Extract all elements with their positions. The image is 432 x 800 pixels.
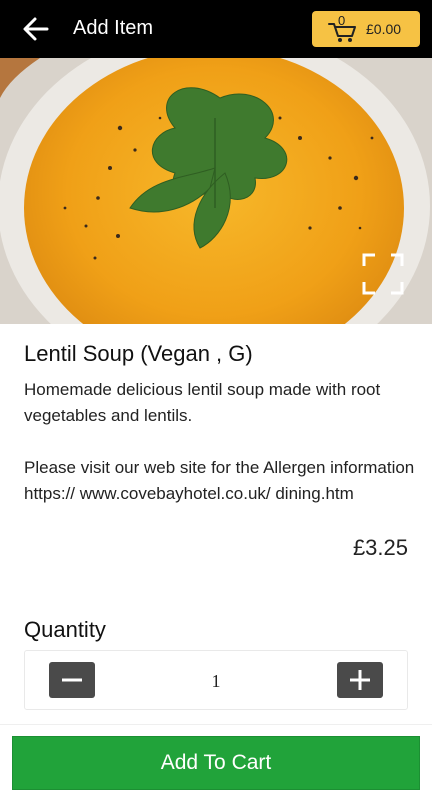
cart-count-badge: 0 (338, 13, 346, 28)
item-description: Homemade delicious lentil soup made with… (24, 377, 416, 507)
expand-icon (362, 253, 404, 295)
cart-button[interactable]: 0 £0.00 (312, 11, 420, 47)
description-paragraph: Homemade delicious lentil soup made with… (24, 380, 381, 425)
zoom-button[interactable] (358, 250, 408, 298)
page-title: Add Item (73, 17, 154, 39)
quantity-stepper: 1 (24, 650, 408, 710)
arrow-left-icon (23, 17, 49, 41)
add-to-cart-button[interactable]: Add To Cart (12, 736, 420, 790)
cart-total: £0.00 (366, 21, 402, 37)
top-bar: Add Item 0 £0.00 (0, 0, 432, 58)
back-button[interactable] (20, 14, 52, 44)
quantity-label: Quantity (24, 617, 106, 642)
allergen-info: Please visit our web site for the Allerg… (24, 458, 415, 503)
item-name: Lentil Soup (Vegan , G) (24, 341, 253, 366)
increase-quantity-button[interactable] (337, 662, 383, 698)
item-image (0, 58, 432, 324)
plus-icon (350, 670, 370, 690)
item-price: £3.25 (352, 535, 408, 560)
divider (0, 724, 432, 725)
